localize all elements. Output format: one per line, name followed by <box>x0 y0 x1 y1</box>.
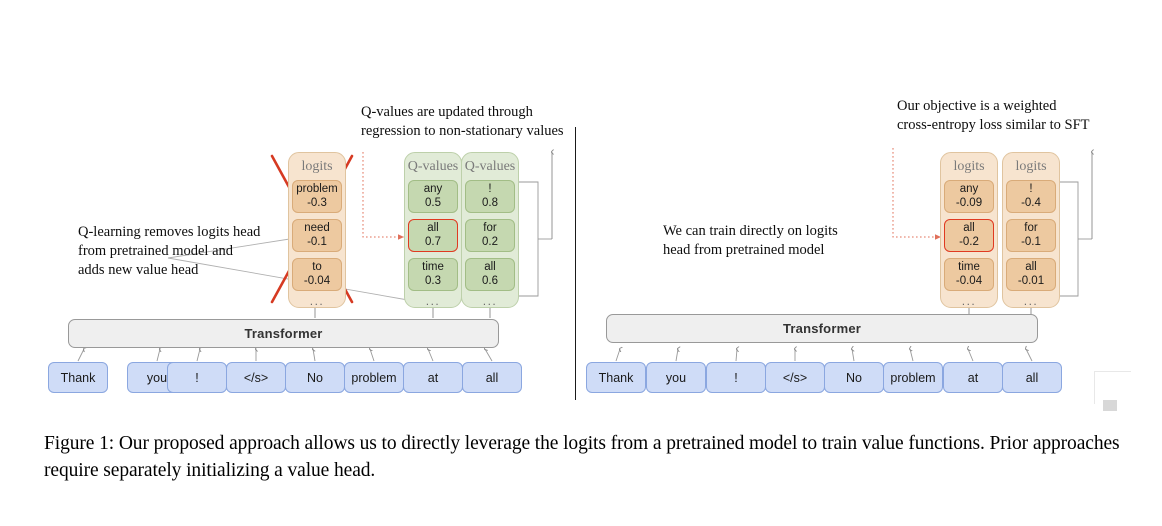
cell-token: to <box>312 261 322 273</box>
cell-token: all <box>963 222 975 234</box>
qvalues-stack-2: Q-values ! 0.8 for 0.2 all 0.6 ... <box>461 152 519 308</box>
cell-token: all <box>484 261 496 273</box>
cell-token: ! <box>488 183 492 195</box>
right-logits-stack-2: logits ! -0.4 for -0.1 all -0.01 ... <box>1002 152 1060 308</box>
qvalue-cell: for 0.2 <box>465 219 515 252</box>
left-token-2: ! <box>167 362 227 393</box>
right-tokens-to-transformer <box>615 349 1033 362</box>
logits-cell: problem -0.3 <box>292 180 342 213</box>
stack-title: logits <box>953 159 985 174</box>
left-token-3: </s> <box>226 362 286 393</box>
corner-artifact <box>1094 371 1131 411</box>
right-token-2: ! <box>706 362 766 393</box>
left-token-6: at <box>403 362 463 393</box>
cell-token: all <box>427 222 439 234</box>
right-token-5: problem <box>883 362 943 393</box>
right-token-1: you <box>646 362 706 393</box>
figure-caption: Figure 1: Our proposed approach allows u… <box>44 433 1120 481</box>
cell-token: time <box>422 261 444 273</box>
logits-cell: to -0.04 <box>292 258 342 291</box>
cell-value: 0.3 <box>425 274 441 287</box>
logits-cell: ! -0.4 <box>1006 180 1056 213</box>
left-top-annotation: Q-values are updated through regression … <box>361 104 564 139</box>
cell-value: -0.01 <box>1017 274 1045 287</box>
qvalue-cell: all 0.6 <box>465 258 515 291</box>
cell-value: -0.04 <box>955 274 983 287</box>
stack-ellipsis: ... <box>482 294 498 308</box>
figure-1-container: Q-values are updated through regression … <box>0 0 1162 526</box>
left-tokens-to-transformer <box>77 349 493 362</box>
cell-value: -0.1 <box>307 235 327 248</box>
cell-value: -0.3 <box>307 196 327 209</box>
right-side-annotation: We can train directly on logits head fro… <box>663 223 838 258</box>
right-token-0: Thank <box>586 362 646 393</box>
left-token-5: problem <box>344 362 404 393</box>
stack-title: Q-values <box>464 159 516 174</box>
cell-value: 0.8 <box>482 196 498 209</box>
cell-value: -0.1 <box>1021 235 1041 248</box>
right-token-3: </s> <box>765 362 825 393</box>
left-qvalue-bracket <box>518 181 552 297</box>
cell-token: time <box>958 261 980 273</box>
qvalue-cell: ! 0.8 <box>465 180 515 213</box>
left-transformer-block: Transformer <box>68 319 499 348</box>
left-token-7: all <box>462 362 522 393</box>
cell-token: need <box>304 222 330 234</box>
cell-token: all <box>1025 261 1037 273</box>
cell-value: -0.2 <box>959 235 979 248</box>
left-side-annotation: Q-learning removes logits head from pret… <box>78 224 261 278</box>
cell-value: -0.09 <box>955 196 983 209</box>
qvalue-cell-highlighted: all 0.7 <box>408 219 458 252</box>
cell-value: 0.6 <box>482 274 498 287</box>
right-transformer-block: Transformer <box>606 314 1038 343</box>
stack-ellipsis: ... <box>961 294 977 308</box>
right-token-6: at <box>943 362 1003 393</box>
right-top-annotation: Our objective is a weighted cross-entrop… <box>897 98 1090 133</box>
cell-token: problem <box>296 183 338 195</box>
logits-cell: for -0.1 <box>1006 219 1056 252</box>
right-logits-stack-1: logits any -0.09 all -0.2 time -0.04 ... <box>940 152 998 308</box>
stack-title: Q-values <box>407 159 459 174</box>
qvalue-cell: any 0.5 <box>408 180 458 213</box>
cell-token: any <box>959 183 979 195</box>
cell-value: -0.4 <box>1021 196 1041 209</box>
logits-cell: time -0.04 <box>944 258 994 291</box>
cell-token: ! <box>1029 183 1033 195</box>
stack-title: logits <box>301 159 333 174</box>
stack-ellipsis: ... <box>1023 294 1039 308</box>
left-token-0: Thank <box>48 362 108 393</box>
right-token-4: No <box>824 362 884 393</box>
left-token-4: No <box>285 362 345 393</box>
panel-divider <box>575 127 577 400</box>
qvalue-cell: time 0.3 <box>408 258 458 291</box>
cell-value: 0.5 <box>425 196 441 209</box>
right-token-7: all <box>1002 362 1062 393</box>
right-logits-bracket <box>1058 181 1092 297</box>
cell-value: 0.2 <box>482 235 498 248</box>
cell-token: any <box>423 183 443 195</box>
stack-title: logits <box>1015 159 1047 174</box>
cell-token: for <box>483 222 497 234</box>
qvalues-stack-1: Q-values any 0.5 all 0.7 time 0.3 ... <box>404 152 462 308</box>
stack-ellipsis: ... <box>425 294 441 308</box>
logits-cell-highlighted: all -0.2 <box>944 219 994 252</box>
cell-value: 0.7 <box>425 235 441 248</box>
right-loss-dotted-line <box>892 148 941 240</box>
logits-cell: need -0.1 <box>292 219 342 252</box>
cell-value: -0.04 <box>303 274 331 287</box>
left-removed-logits-stack: logits problem -0.3 need -0.1 to -0.04 .… <box>288 152 346 308</box>
cell-token: for <box>1024 222 1038 234</box>
logits-cell: all -0.01 <box>1006 258 1056 291</box>
logits-cell: any -0.09 <box>944 180 994 213</box>
left-regression-dotted-line <box>362 152 404 240</box>
stack-ellipsis: ... <box>309 294 325 308</box>
